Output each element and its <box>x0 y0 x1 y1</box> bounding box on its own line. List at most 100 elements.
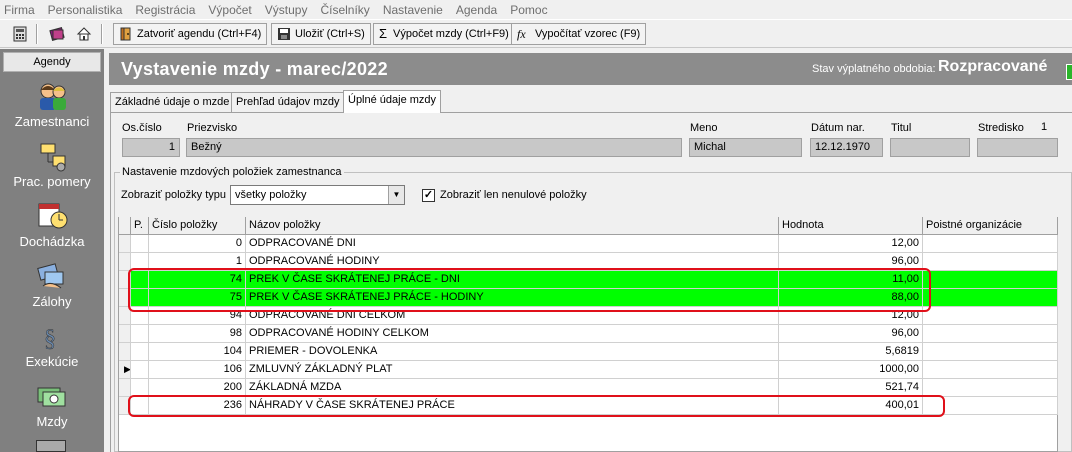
sidebar-item-zalohy[interactable]: Zálohy <box>3 260 101 309</box>
employees-icon <box>35 80 69 112</box>
door-icon <box>119 27 133 41</box>
chevron-down-icon[interactable]: ▼ <box>388 186 404 204</box>
nazov-cell[interactable]: ZMLUVNÝ ZÁKLADNÝ PLAT <box>246 361 779 379</box>
sidebar-label: Exekúcie <box>25 354 79 369</box>
p-cell[interactable] <box>131 343 149 361</box>
poistne-cell[interactable] <box>923 307 1058 325</box>
p-cell[interactable] <box>131 361 149 379</box>
menu-registracia[interactable]: Registrácia <box>135 3 195 17</box>
poistne-cell[interactable] <box>923 343 1058 361</box>
next-agenda-icon[interactable] <box>36 440 66 452</box>
poistne-cell[interactable] <box>923 253 1058 271</box>
poistne-cell[interactable] <box>923 325 1058 343</box>
sigma-icon: Σ <box>379 26 388 41</box>
annotation-highlight-box <box>128 395 945 417</box>
grid-header-nazov[interactable]: Názov položky <box>246 217 779 235</box>
calc-wage-label: Výpočet mzdy (Ctrl+F9) <box>393 28 509 40</box>
sidebar-item-exekucie[interactable]: § Exekúcie <box>3 320 101 369</box>
grid-header-p[interactable]: P. <box>131 217 149 235</box>
grid-header-hodnota[interactable]: Hodnota <box>779 217 923 235</box>
execution-icon: § <box>35 320 69 352</box>
menu-firma[interactable]: Firma <box>4 3 35 17</box>
close-agenda-label: Zatvoriť agendu (Ctrl+F4) <box>137 28 262 40</box>
table-row[interactable]: 98 ODPRACOVANÉ HODINY CELKOM 96,00 <box>119 325 1058 343</box>
cislo-cell[interactable]: 106 <box>149 361 246 379</box>
menu-pomoc[interactable]: Pomoc <box>510 3 547 17</box>
svg-text:§: § <box>44 326 56 352</box>
sidebar-label: Zamestnanci <box>14 114 90 129</box>
tab-uplne-udaje[interactable]: Úplné údaje mzdy <box>343 90 442 113</box>
row-indicator-cell[interactable]: ▶ <box>119 361 131 379</box>
menu-vypocet[interactable]: Výpočet <box>208 3 251 17</box>
poistne-cell[interactable] <box>923 235 1058 253</box>
hodnota-cell[interactable]: 1000,00 <box>779 361 923 379</box>
nazov-cell[interactable]: ODPRACOVANÉ HODINY CELKOM <box>246 325 779 343</box>
grid-header-indicator <box>119 217 131 235</box>
menu-ciselniky[interactable]: Číselníky <box>320 3 369 17</box>
grid-header-poistne[interactable]: Poistné organizácie <box>923 217 1058 235</box>
sidebar-item-mzdy[interactable]: Mzdy <box>3 380 101 429</box>
settings-group-label: Nastavenie mzdových položiek zamestnanca <box>120 166 344 178</box>
grid-header-cislo[interactable]: Číslo položky <box>149 217 246 235</box>
tab-zakladne-udaje[interactable]: Základné údaje o mzde <box>110 92 235 112</box>
nazov-cell[interactable]: ODPRACOVANÉ DNI <box>246 235 779 253</box>
fx-icon: fx <box>517 27 526 41</box>
hodnota-cell[interactable]: 5,6819 <box>779 343 923 361</box>
sidebar-label: Dochádzka <box>19 234 85 249</box>
floppy-icon <box>277 27 291 41</box>
sidebar-item-dochadzka[interactable]: Dochádzka <box>3 200 101 249</box>
nazov-cell[interactable]: PRIEMER - DOVOLENKA <box>246 343 779 361</box>
poistne-cell[interactable] <box>923 379 1058 397</box>
calc-wage-button[interactable]: Σ Výpočet mzdy (Ctrl+F9) <box>373 23 515 45</box>
annotation-highlight-box <box>128 268 931 312</box>
p-cell[interactable] <box>131 235 149 253</box>
menu-personalistika[interactable]: Personalistika <box>48 3 123 17</box>
nonzero-checkbox[interactable]: ✓ <box>422 189 435 202</box>
type-filter-select[interactable]: všetky položky ▼ <box>230 185 405 205</box>
work-relations-icon <box>35 140 69 172</box>
current-row-arrow-icon: ▶ <box>124 364 131 374</box>
sidebar-label: Zálohy <box>32 294 72 309</box>
cislo-cell[interactable]: 98 <box>149 325 246 343</box>
table-row[interactable]: 104 PRIEMER - DOVOLENKA 5,6819 <box>119 343 1058 361</box>
type-filter-value: všetky položky <box>235 189 307 201</box>
row-indicator-cell[interactable] <box>119 253 131 271</box>
menu-nastavenie[interactable]: Nastavenie <box>383 3 443 17</box>
tab-prehlad-udajov[interactable]: Prehľad údajov mzdy <box>231 92 345 112</box>
p-cell[interactable] <box>131 325 149 343</box>
menu-vystupy[interactable]: Výstupy <box>265 3 308 17</box>
table-row[interactable]: ▶ 106 ZMLUVNÝ ZÁKLADNÝ PLAT 1000,00 <box>119 361 1058 379</box>
hodnota-cell[interactable]: 12,00 <box>779 235 923 253</box>
os-cislo-field: 1 <box>122 138 180 157</box>
menu-agenda[interactable]: Agenda <box>456 3 497 17</box>
titul-field <box>890 138 970 157</box>
poistne-cell[interactable] <box>923 289 1058 307</box>
books-icon[interactable] <box>48 24 68 44</box>
table-row[interactable]: 0 ODPRACOVANÉ DNI 12,00 <box>119 235 1058 253</box>
calculator-icon[interactable] <box>10 24 30 44</box>
poistne-cell[interactable] <box>923 271 1058 289</box>
datum-field: 12.12.1970 <box>810 138 883 157</box>
save-button[interactable]: Uložiť (Ctrl+S) <box>271 23 371 45</box>
datum-label: Dátum nar. <box>811 122 865 134</box>
row-indicator-cell[interactable] <box>119 235 131 253</box>
sidebar-item-zamestnanci[interactable]: Zamestnanci <box>3 80 101 129</box>
menu-bar: Firma Personalistika Registrácia Výpočet… <box>0 0 1072 19</box>
toolbar: Zatvoriť agendu (Ctrl+F4) Uložiť (Ctrl+S… <box>0 19 1072 48</box>
cislo-cell[interactable]: 104 <box>149 343 246 361</box>
sidebar-item-prac-pomery[interactable]: Prac. pomery <box>3 140 101 189</box>
hodnota-cell[interactable]: 96,00 <box>779 325 923 343</box>
row-indicator-cell[interactable] <box>119 379 131 397</box>
stredisko-field <box>977 138 1058 157</box>
close-agenda-button[interactable]: Zatvoriť agendu (Ctrl+F4) <box>113 23 268 45</box>
sidebar-header: Agendy <box>3 52 101 72</box>
cislo-cell[interactable]: 0 <box>149 235 246 253</box>
row-indicator-cell[interactable] <box>119 325 131 343</box>
calc-formula-button[interactable]: fx Vypočítať vzorec (F9) <box>511 23 647 45</box>
sidebar-label: Prac. pomery <box>13 174 91 189</box>
home-icon[interactable] <box>74 24 94 44</box>
titul-label: Titul <box>891 122 912 134</box>
wages-icon <box>35 380 69 412</box>
poistne-cell[interactable] <box>923 361 1058 379</box>
row-indicator-cell[interactable] <box>119 343 131 361</box>
